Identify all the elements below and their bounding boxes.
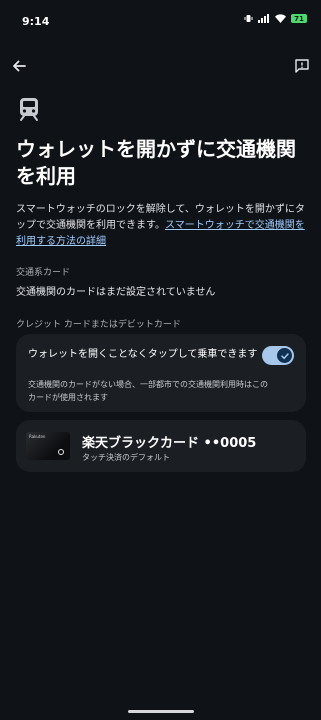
credit-card-section-label: クレジット カードまたはデビットカード: [16, 320, 181, 330]
cell-signal-icon: [258, 14, 269, 23]
page-description: スマートウォッチのロックを解除して、ウォレットを開かずにタップで交通機関を利用で…: [16, 202, 308, 250]
tap-to-ride-toggle[interactable]: [262, 346, 294, 365]
app-bar: [0, 52, 321, 78]
card-name: 楽天ブラックカード ••0005: [82, 436, 257, 451]
feedback-icon: [295, 59, 309, 73]
default-payment-card[interactable]: Rakuten 楽天ブラックカード ••0005 タッチ決済のデフォルト: [16, 420, 306, 472]
home-indicator[interactable]: [128, 710, 194, 713]
page-title: ウォレットを開かずに交通機関を利用: [16, 137, 296, 188]
feedback-button[interactable]: [291, 55, 313, 77]
card-contactless-icon: [58, 449, 64, 455]
arrow-back-icon: [13, 60, 26, 72]
check-icon: [280, 352, 289, 359]
card-image: Rakuten: [26, 432, 70, 460]
status-icons: 71: [244, 14, 307, 23]
tap-to-ride-setting[interactable]: ウォレットを開くことなくタップして乗車できます 交通機関のカードがない場合、一部…: [16, 334, 306, 412]
status-time: 9:14: [22, 15, 50, 28]
no-transit-card-text: 交通機関のカードはまだ設定されていません: [16, 287, 216, 298]
tap-to-ride-title: ウォレットを開くことなくタップして乗車できます: [28, 349, 258, 360]
card-default-label: タッチ決済のデフォルト: [82, 453, 170, 462]
vibrate-icon: [244, 15, 253, 22]
tap-to-ride-description: 交通機関のカードがない場合、一部都市での交通機関利用時はこのカードが使用されます: [28, 380, 268, 402]
wifi-icon: [275, 14, 286, 23]
card-brand-logo: Rakuten: [29, 434, 46, 439]
battery-icon: 71: [291, 14, 307, 23]
transit-card-section-label: 交通系カード: [16, 268, 71, 278]
back-button[interactable]: [8, 55, 30, 77]
toggle-knob: [277, 348, 292, 363]
train-icon: [20, 98, 38, 121]
status-bar: 9:14 71: [0, 0, 321, 40]
